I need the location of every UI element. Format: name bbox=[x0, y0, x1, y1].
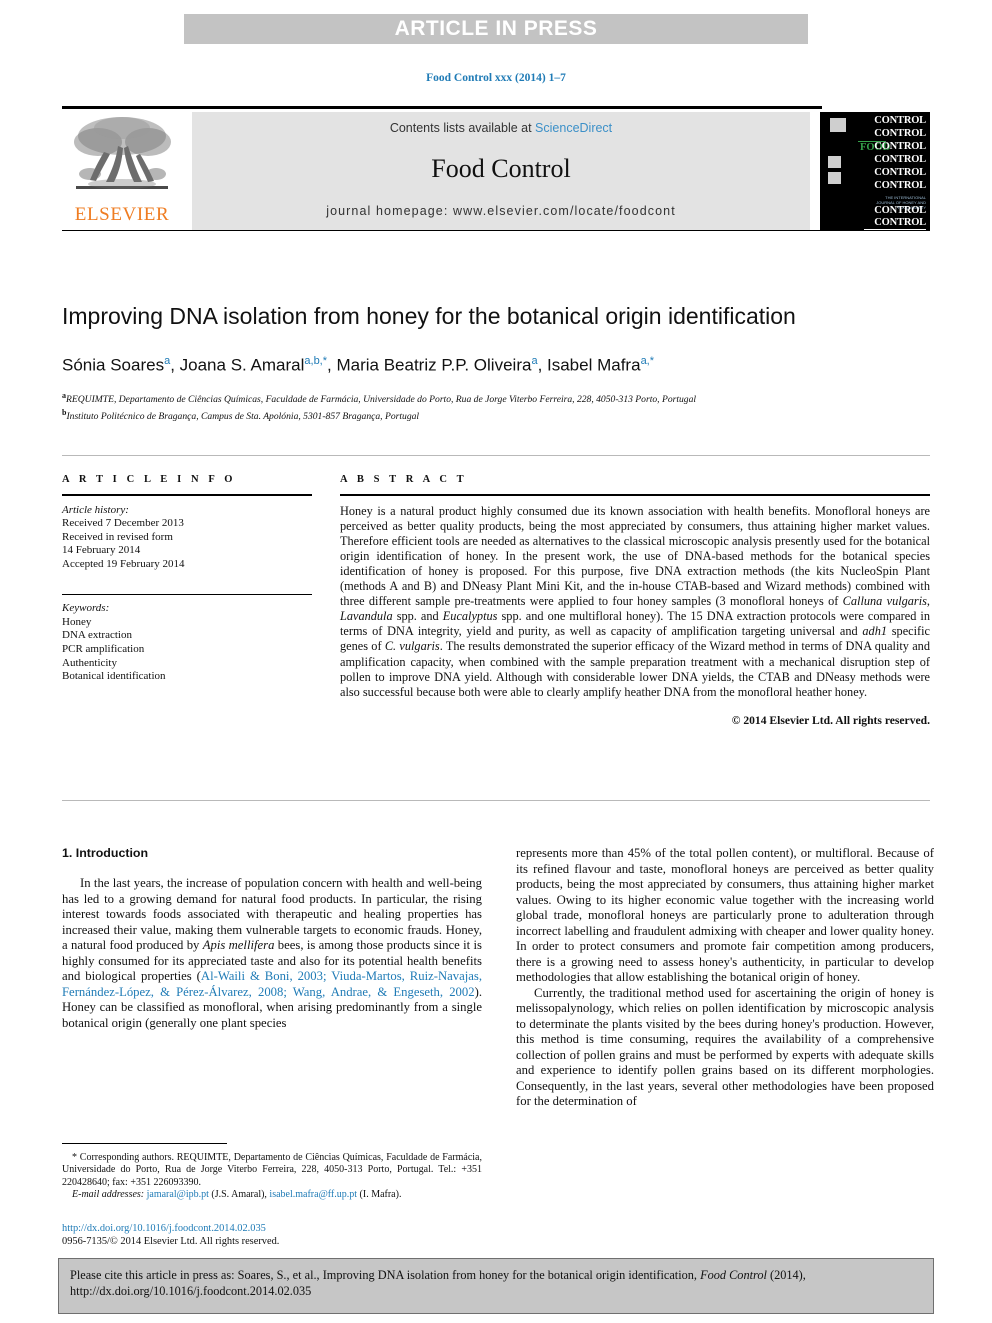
email-link-mafra[interactable]: isabel.mafra@ff.up.pt bbox=[269, 1189, 357, 1200]
body-column-left: 1. Introduction In the last years, the i… bbox=[62, 846, 482, 1031]
page-title: Improving DNA isolation from honey for t… bbox=[62, 303, 796, 330]
affiliation-a: aREQUIMTE, Departamento de Ciências Quím… bbox=[62, 390, 922, 407]
header-top-rule bbox=[62, 106, 822, 109]
header-bottom-rule bbox=[62, 230, 930, 232]
cover-control-row: CONTROL bbox=[874, 205, 926, 216]
doi-block: http://dx.doi.org/10.1016/j.foodcont.201… bbox=[62, 1222, 482, 1248]
abstract-column: A B S T R A C T Honey is a natural produ… bbox=[340, 474, 930, 727]
contents-lists-line: Contents lists available at ScienceDirec… bbox=[192, 121, 810, 135]
history-line: Accepted 19 February 2014 bbox=[62, 557, 185, 570]
keywords-label: Keywords: bbox=[62, 602, 110, 615]
history-line: Received 7 December 2013 bbox=[62, 517, 184, 530]
email-owner-amaral: (J.S. Amaral), bbox=[211, 1189, 267, 1201]
elsevier-wordmark: ELSEVIER bbox=[74, 204, 170, 225]
cover-control-row: CONTROL bbox=[874, 167, 926, 178]
cover-square-1 bbox=[830, 118, 846, 132]
journal-header: ELSEVIER Contents lists available at Sci… bbox=[62, 106, 930, 232]
affiliation-a-text: REQUIMTE, Departamento de Ciências Quími… bbox=[66, 394, 697, 406]
corresponding-author-note: * Corresponding authors. REQUIMTE, Depar… bbox=[62, 1152, 482, 1188]
issn-copyright-line: 0956-7135/© 2014 Elsevier Ltd. All right… bbox=[62, 1236, 280, 1247]
journal-cover-thumbnail: CONTROL CONTROL FOOD CONTROL CONTROL CON… bbox=[820, 112, 930, 230]
footnote-block: * Corresponding authors. REQUIMTE, Depar… bbox=[62, 1152, 482, 1202]
abstract-panel-bottom-rule bbox=[62, 800, 930, 801]
affiliations: aREQUIMTE, Departamento de Ciências Quím… bbox=[62, 390, 922, 423]
keyword-item: Honey bbox=[62, 615, 92, 628]
cover-square-3 bbox=[828, 172, 841, 184]
cover-control-row: CONTROL bbox=[874, 115, 926, 126]
abstract-heading: A B S T R A C T bbox=[340, 474, 468, 485]
cover-control-row: CONTROL bbox=[874, 180, 926, 191]
affiliation-b: bInstituto Politécnico de Bragança, Camp… bbox=[62, 407, 922, 424]
author-list: Sónia Soaresa, Joana S. Amarala,b,*, Mar… bbox=[62, 355, 655, 375]
article-history: Article history: Received 7 December 201… bbox=[62, 504, 312, 572]
cover-control-row: CONTROL bbox=[874, 128, 926, 139]
cover-square-2 bbox=[828, 156, 841, 168]
copyright-line: © 2014 Elsevier Ltd. All rights reserved… bbox=[731, 713, 930, 727]
cover-control-row: CONTROL bbox=[874, 141, 926, 152]
doi-link[interactable]: http://dx.doi.org/10.1016/j.foodcont.201… bbox=[62, 1222, 482, 1235]
cover-control-row: CONTROL bbox=[874, 154, 926, 165]
cite-this-article-box: Please cite this article in press as: So… bbox=[58, 1258, 934, 1314]
article-info-column: A R T I C L E I N F O Article history: R… bbox=[62, 474, 312, 684]
abstract-text: Honey is a natural product highly consum… bbox=[340, 503, 930, 699]
journal-homepage-line[interactable]: journal homepage: www.elsevier.com/locat… bbox=[192, 204, 810, 218]
sciencedirect-link[interactable]: ScienceDirect bbox=[535, 121, 612, 135]
elsevier-logo: ELSEVIER bbox=[62, 112, 182, 230]
article-in-press-banner: ARTICLE IN PRESS bbox=[184, 14, 808, 44]
keyword-item: Botanical identification bbox=[62, 670, 166, 683]
email-addresses-label: E-mail addresses: bbox=[72, 1189, 145, 1201]
keywords-rule bbox=[62, 593, 312, 596]
body-column-right: represents more than 45% of the total po… bbox=[516, 846, 934, 1110]
abstract-panel-top-rule bbox=[62, 455, 930, 456]
contents-prefix: Contents lists available at bbox=[389, 121, 536, 135]
keywords-block: Keywords: Honey DNA extraction PCR ampli… bbox=[62, 593, 312, 684]
article-info-heading: A R T I C L E I N F O bbox=[62, 474, 237, 485]
history-line: Received in revised form bbox=[62, 530, 173, 543]
affiliation-b-text: Instituto Politécnico de Bragança, Campu… bbox=[66, 410, 420, 422]
running-head: Food Control xxx (2014) 1–7 bbox=[426, 72, 566, 84]
article-page: ARTICLE IN PRESS Food Control xxx (2014)… bbox=[0, 0, 992, 1323]
paragraph: Currently, the traditional method used f… bbox=[516, 985, 934, 1109]
keywords-list: Keywords: Honey DNA extraction PCR ampli… bbox=[62, 602, 312, 684]
keyword-item: PCR amplification bbox=[62, 642, 145, 655]
article-info-rule bbox=[62, 494, 312, 496]
section-heading-introduction: 1. Introduction bbox=[62, 846, 149, 860]
email-owner-mafra: (I. Mafra). bbox=[359, 1189, 402, 1201]
abstract-rule bbox=[340, 494, 930, 496]
journal-banner-box: Contents lists available at ScienceDirec… bbox=[192, 112, 810, 230]
email-link-amaral[interactable]: jamaral@ipb.pt bbox=[147, 1189, 209, 1200]
cite-this-article-text: Please cite this article in press as: So… bbox=[70, 1268, 806, 1298]
footnote-rule bbox=[62, 1143, 227, 1144]
article-history-label: Article history: bbox=[62, 503, 129, 516]
journal-title: Food Control bbox=[431, 154, 571, 183]
paragraph: In the last years, the increase of popul… bbox=[62, 876, 482, 1030]
article-in-press-label: ARTICLE IN PRESS bbox=[394, 17, 598, 40]
keyword-item: DNA extraction bbox=[62, 629, 132, 642]
email-addresses-note: E-mail addresses: jamaral@ipb.pt (J.S. A… bbox=[62, 1189, 482, 1201]
keyword-item: Authenticity bbox=[62, 656, 117, 669]
elsevier-tree-icon bbox=[74, 117, 171, 189]
cover-control-row: CONTROL bbox=[874, 217, 926, 228]
paragraph: represents more than 45% of the total po… bbox=[516, 846, 934, 984]
history-line: 14 February 2014 bbox=[62, 544, 141, 557]
